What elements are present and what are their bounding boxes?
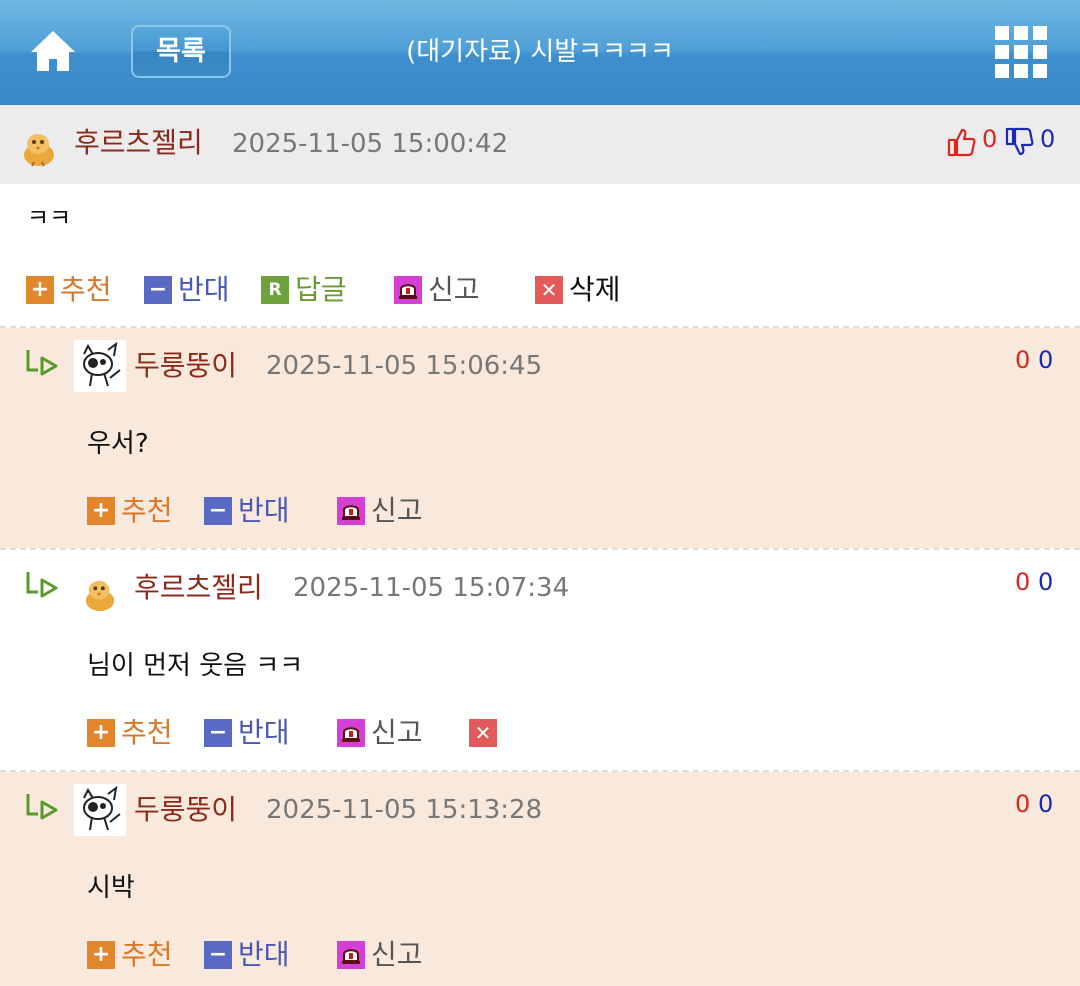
reply-arrow-icon — [26, 350, 58, 376]
report-label: 신고 — [428, 273, 480, 306]
oppose-button[interactable]: − 반대 — [204, 491, 290, 531]
reply-r-icon: R — [261, 276, 289, 304]
chick-avatar-icon — [24, 134, 54, 167]
oppose-button[interactable]: − 반대 — [204, 713, 290, 753]
reply-button[interactable]: R 답글 — [261, 270, 347, 310]
siren-icon — [337, 497, 365, 525]
post-date: 2025-11-05 15:00:42 — [232, 129, 509, 159]
chick-avatar-icon — [85, 580, 115, 612]
recommend-button[interactable]: + 추천 — [87, 713, 173, 753]
plus-icon: + — [87, 497, 115, 525]
comment-dislike-count: 0 — [1038, 790, 1054, 818]
report-label: 신고 — [371, 716, 423, 749]
minus-icon: − — [144, 276, 172, 304]
comment-text: 우서? — [87, 429, 149, 459]
comment-author[interactable]: 두룽뚱이 — [134, 790, 237, 830]
comment-text: 시박 — [87, 873, 135, 903]
comment-like-count: 0 — [1015, 790, 1031, 818]
recommend-button[interactable]: + 추천 — [26, 270, 112, 310]
minus-icon: − — [204, 941, 232, 969]
comment-item: 두룽뚱이 2025-11-05 15:13:28 0 0 시박 + 추천 − 반… — [0, 772, 1080, 986]
post-header: 후르츠젤리 2025-11-05 15:00:42 0 0 — [0, 105, 1080, 184]
comment-item: 두룽뚱이 2025-11-05 15:06:45 0 0 우서? + 추천 − … — [0, 328, 1080, 548]
thumbs-down-icon[interactable] — [1004, 127, 1034, 157]
post-like-count: 0 — [982, 125, 998, 153]
close-icon: ✕ — [469, 719, 497, 747]
report-label: 신고 — [371, 494, 423, 527]
page-title: (대기자료) 시발ㅋㅋㅋㅋ — [406, 37, 674, 67]
minus-icon: − — [204, 497, 232, 525]
recommend-label: 추천 — [60, 273, 112, 306]
post-author[interactable]: 후르츠젤리 — [74, 123, 203, 163]
recommend-button[interactable]: + 추천 — [87, 491, 173, 531]
comment-date: 2025-11-05 15:06:45 — [266, 351, 543, 381]
oppose-button[interactable]: − 반대 — [204, 935, 290, 975]
reply-arrow-icon — [26, 572, 58, 598]
delete-button[interactable]: ✕ — [469, 713, 503, 753]
report-button[interactable]: 신고 — [394, 270, 480, 310]
siren-icon — [337, 719, 365, 747]
thumbs-up-icon[interactable] — [946, 127, 976, 157]
recommend-button[interactable]: + 추천 — [87, 935, 173, 975]
siren-icon — [394, 276, 422, 304]
cat-avatar-icon — [74, 340, 126, 392]
report-button[interactable]: 신고 — [337, 713, 423, 753]
comment-text: 님이 먼저 웃음 ㅋㅋ — [87, 651, 304, 681]
recommend-label: 추천 — [121, 494, 173, 527]
delete-label: 삭제 — [569, 273, 621, 306]
list-button[interactable]: 목록 — [131, 25, 231, 78]
minus-icon: − — [204, 719, 232, 747]
plus-icon: + — [87, 941, 115, 969]
post-body: ㅋㅋ — [27, 204, 72, 232]
delete-button[interactable]: ✕ 삭제 — [535, 270, 621, 310]
oppose-label: 반대 — [178, 273, 230, 306]
oppose-label: 반대 — [238, 938, 290, 971]
comment-item: 후르츠젤리 2025-11-05 15:07:34 0 0 님이 먼저 웃음 ㅋ… — [0, 550, 1080, 770]
oppose-label: 반대 — [238, 716, 290, 749]
grid-menu-icon[interactable] — [995, 26, 1049, 78]
recommend-label: 추천 — [121, 938, 173, 971]
comment-like-count: 0 — [1015, 346, 1031, 374]
report-button[interactable]: 신고 — [337, 491, 423, 531]
reply-arrow-icon — [26, 794, 58, 820]
oppose-button[interactable]: − 반대 — [144, 270, 230, 310]
comment-date: 2025-11-05 15:07:34 — [293, 573, 570, 603]
comment-author[interactable]: 후르츠젤리 — [134, 568, 263, 608]
siren-icon — [337, 941, 365, 969]
report-button[interactable]: 신고 — [337, 935, 423, 975]
oppose-label: 반대 — [238, 494, 290, 527]
reply-label: 답글 — [295, 273, 347, 306]
comment-dislike-count: 0 — [1038, 346, 1054, 374]
plus-icon: + — [26, 276, 54, 304]
plus-icon: + — [87, 719, 115, 747]
comment-like-count: 0 — [1015, 568, 1031, 596]
report-label: 신고 — [371, 938, 423, 971]
cat-avatar-icon — [74, 784, 126, 836]
comment-date: 2025-11-05 15:13:28 — [266, 795, 543, 825]
home-icon[interactable] — [28, 28, 78, 74]
post-dislike-count: 0 — [1040, 125, 1056, 153]
top-bar: 목록 (대기자료) 시발ㅋㅋㅋㅋ — [0, 0, 1080, 105]
comment-dislike-count: 0 — [1038, 568, 1054, 596]
comment-author[interactable]: 두룽뚱이 — [134, 346, 237, 386]
recommend-label: 추천 — [121, 716, 173, 749]
close-icon: ✕ — [535, 276, 563, 304]
